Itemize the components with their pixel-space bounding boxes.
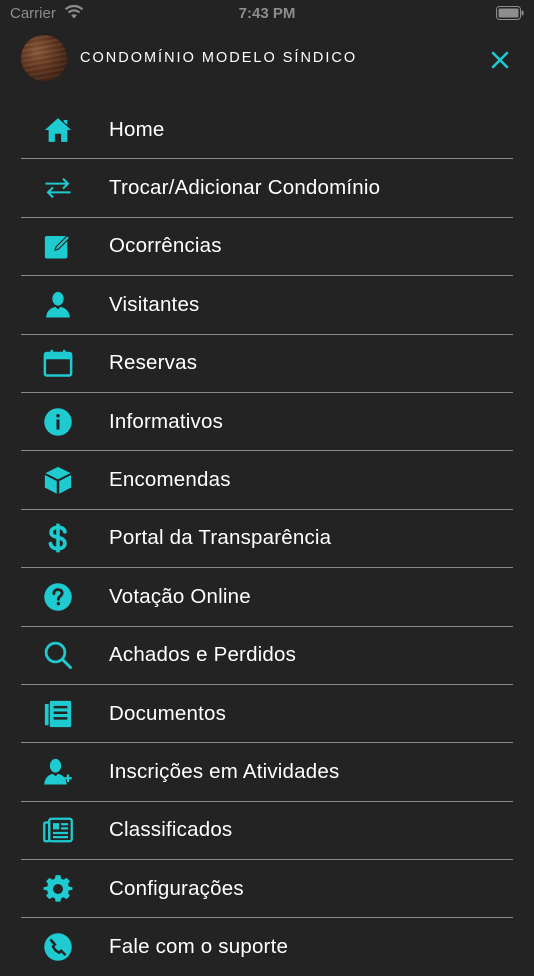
menu-label: Inscrições em Atividades — [109, 759, 340, 783]
menu-item-packages[interactable]: Encomendas — [21, 451, 513, 510]
side-menu: Home Trocar/Adicionar Condomínio Ocorrên… — [21, 101, 513, 976]
package-icon — [42, 464, 74, 496]
menu-item-classifieds[interactable]: Classificados — [21, 802, 513, 861]
battery-icon — [496, 6, 524, 20]
calendar-icon — [42, 347, 74, 379]
menu-label: Achados e Perdidos — [109, 643, 297, 667]
menu-label: Portal da Transparência — [109, 526, 332, 550]
menu-item-switch-condominium[interactable]: Trocar/Adicionar Condomínio — [21, 159, 513, 218]
drawer-header: CONDOMÍNIO MODELO SÍNDICO — [0, 28, 534, 100]
question-icon — [42, 581, 74, 613]
menu-item-reservations[interactable]: Reservas — [21, 335, 513, 393]
menu-item-transparency-portal[interactable]: Portal da Transparência — [21, 510, 513, 569]
menu-label: Visitantes — [109, 292, 200, 316]
menu-item-settings[interactable]: Configurações — [21, 860, 513, 919]
menu-label: Fale com o suporte — [109, 935, 289, 959]
menu-item-online-voting[interactable]: Votação Online — [21, 568, 513, 627]
menu-label: Reservas — [109, 351, 198, 375]
menu-item-bulletins[interactable]: Informativos — [21, 393, 513, 452]
dollar-icon — [42, 522, 74, 554]
close-icon[interactable] — [488, 48, 512, 72]
menu-item-occurrences[interactable]: Ocorrências — [21, 218, 513, 277]
avatar[interactable] — [21, 35, 67, 81]
info-icon — [42, 406, 74, 438]
menu-label: Informativos — [109, 409, 224, 433]
home-icon — [42, 114, 74, 146]
search-icon — [42, 639, 74, 671]
menu-item-documents[interactable]: Documentos — [21, 685, 513, 744]
menu-item-home[interactable]: Home — [21, 101, 513, 160]
menu-item-lost-and-found[interactable]: Achados e Perdidos — [21, 627, 513, 685]
status-bar: Carrier 7:43 PM — [0, 0, 534, 28]
menu-label: Votação Online — [109, 584, 251, 608]
menu-item-visitors[interactable]: Visitantes — [21, 276, 513, 335]
gear-icon — [42, 873, 74, 905]
menu-label: Home — [109, 117, 165, 141]
person-icon — [42, 289, 74, 321]
edit-icon — [42, 230, 74, 262]
document-icon — [42, 698, 74, 730]
menu-label: Ocorrências — [109, 234, 222, 258]
chat-icon — [42, 931, 74, 963]
person-add-icon — [42, 756, 74, 788]
clock: 7:43 PM — [238, 5, 296, 22]
menu-item-activity-registrations[interactable]: Inscrições em Atividades — [21, 743, 513, 802]
menu-label: Documentos — [109, 701, 227, 725]
condominium-title: CONDOMÍNIO MODELO SÍNDICO — [80, 50, 358, 66]
menu-item-support[interactable]: Fale com o suporte — [21, 918, 513, 975]
menu-label: Configurações — [109, 876, 244, 900]
menu-label: Classificados — [109, 818, 233, 842]
menu-label: Trocar/Adicionar Condomínio — [109, 176, 381, 200]
menu-label: Encomendas — [109, 468, 231, 492]
newspaper-icon — [42, 814, 74, 846]
swap-arrows-icon — [42, 172, 74, 204]
